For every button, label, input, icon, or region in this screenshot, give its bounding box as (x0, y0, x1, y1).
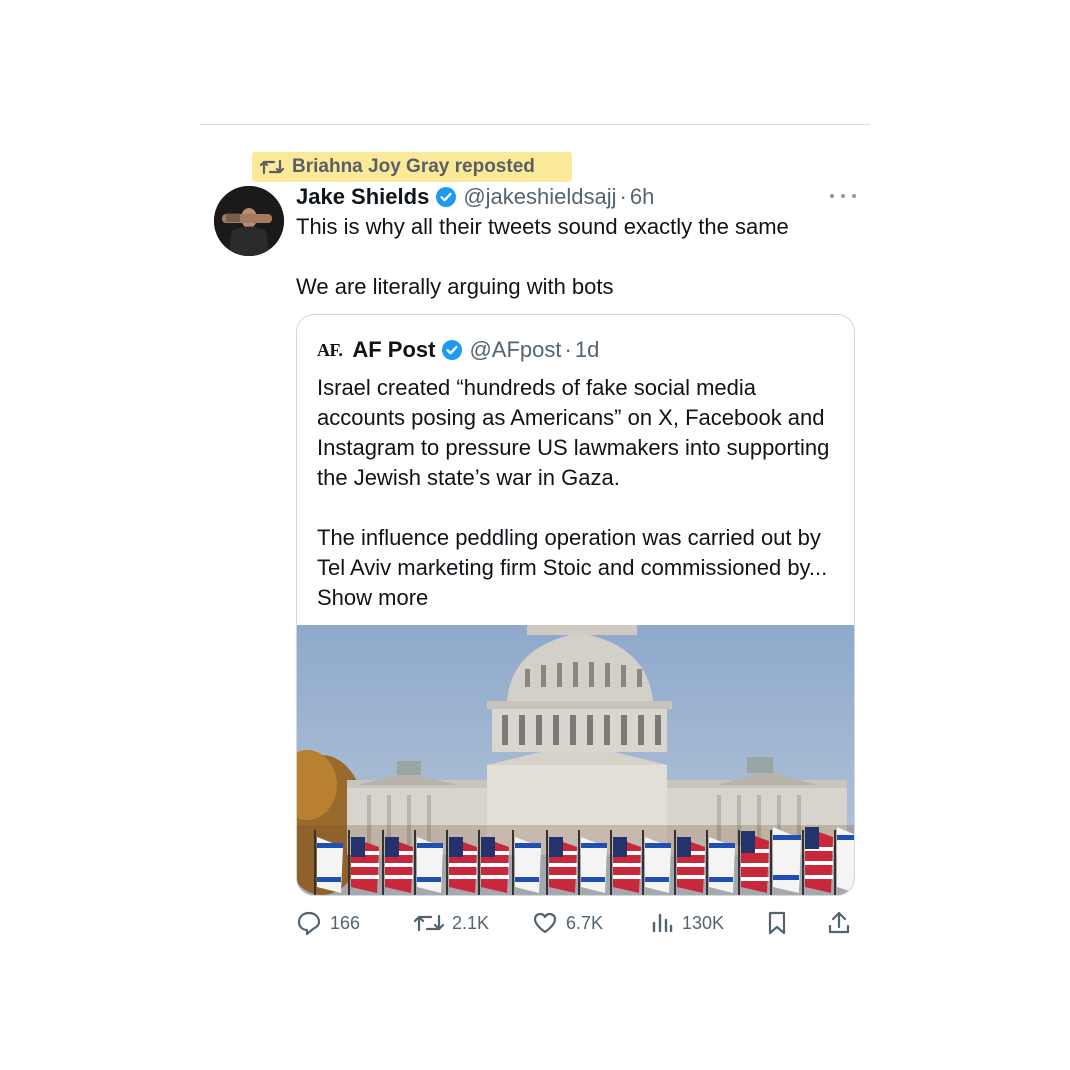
views-chart-icon (652, 913, 673, 933)
tweet-text: This is why all their tweets sound exact… (296, 212, 856, 302)
share-icon (828, 911, 850, 934)
quoted-avatar-logo: AF. (317, 339, 343, 360)
quoted-tweet-text: Israel created “hundreds of fake social … (317, 373, 837, 613)
reply-icon (297, 911, 321, 936)
separator-dot: · (564, 337, 572, 362)
repost-button[interactable]: 2.1K (414, 906, 489, 940)
tweet-text-line: This is why all their tweets sound exact… (296, 214, 789, 239)
quoted-paragraph: Israel created “hundreds of fake social … (317, 375, 830, 490)
repost-count: 2.1K (452, 912, 490, 933)
tweet-header: Jake Shields @jakeshieldsajj · 6h (296, 182, 654, 212)
share-button[interactable] (826, 906, 860, 940)
quoted-author-handle[interactable]: @AFpost (469, 337, 561, 363)
action-bar: 166 2.1K 6.7K 130K (296, 906, 856, 940)
quoted-paragraph: The influence peddling operation was car… (317, 523, 837, 613)
tweet-timestamp[interactable]: 6h (630, 184, 654, 210)
bookmark-button[interactable] (766, 906, 796, 940)
repost-context[interactable]: Briahna Joy Gray reposted (252, 152, 572, 182)
quoted-timestamp[interactable]: 1d (575, 337, 599, 363)
quoted-author-name[interactable]: AF Post (352, 337, 435, 363)
separator-dot: · (619, 184, 627, 209)
views-count: 130K (682, 912, 725, 933)
heart-icon (533, 912, 557, 934)
show-more-link[interactable]: Show more (317, 585, 428, 610)
repost-icon (414, 914, 444, 932)
author-handle[interactable]: @jakeshieldsajj (463, 184, 616, 210)
like-button[interactable]: 6.7K (532, 906, 603, 940)
author-name[interactable]: Jake Shields (296, 184, 429, 210)
quoted-tweet-card[interactable]: AF. AF Post @AFpost · 1d Israel created … (296, 314, 855, 896)
quoted-paragraph-text: The influence peddling operation was car… (317, 525, 828, 580)
views-button[interactable]: 130K (650, 906, 724, 940)
top-divider (200, 124, 870, 125)
bookmark-icon (768, 911, 786, 935)
capitol-flags-image[interactable] (297, 625, 855, 896)
verified-badge-icon (435, 186, 457, 208)
repost-icon (260, 159, 284, 175)
avatar[interactable] (214, 186, 284, 256)
reply-button[interactable]: 166 (296, 906, 360, 940)
verified-badge-icon (441, 339, 463, 361)
quoted-tweet-header: AF. AF Post @AFpost · 1d (317, 335, 599, 365)
reply-count: 166 (330, 912, 361, 933)
repost-label: Briahna Joy Gray reposted (292, 156, 535, 177)
more-options-icon[interactable] (830, 186, 856, 206)
like-count: 6.7K (566, 912, 604, 933)
tweet-text-line: We are literally arguing with bots (296, 274, 614, 299)
